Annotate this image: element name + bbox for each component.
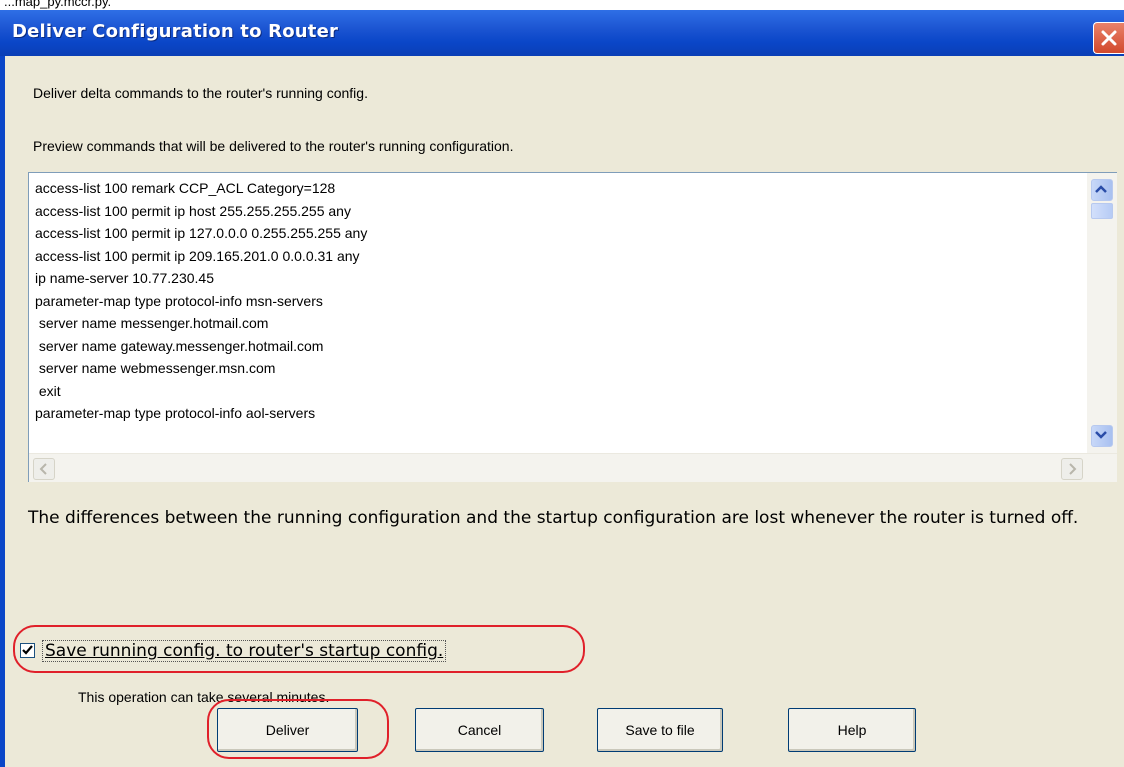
command-line: parameter-map type protocol-info msn-ser… xyxy=(35,292,323,309)
vertical-scrollbar[interactable] xyxy=(1087,173,1117,453)
chevron-up-icon xyxy=(1095,185,1107,193)
difference-note: The differences between the running conf… xyxy=(28,508,1079,528)
command-line: access-list 100 remark CCP_ACL Category=… xyxy=(35,180,336,196)
command-line: exit xyxy=(35,382,61,399)
deliver-button[interactable]: Deliver xyxy=(217,708,358,752)
chevron-right-icon xyxy=(1069,463,1077,475)
command-line: server name messenger.hotmail.com xyxy=(35,315,269,331)
horizontal-scrollbar[interactable] xyxy=(29,453,1117,482)
help-button[interactable]: Help xyxy=(788,708,916,752)
cancel-button[interactable]: Cancel xyxy=(415,708,544,752)
dialog-description: Deliver delta commands to the router's r… xyxy=(33,85,368,101)
chevron-down-icon xyxy=(1095,431,1107,439)
scroll-right-button[interactable] xyxy=(1061,458,1083,480)
chevron-left-icon xyxy=(39,463,47,475)
command-line: access-list 100 permit ip 209.165.201.0 … xyxy=(35,247,360,264)
close-icon xyxy=(1101,30,1117,46)
scroll-down-button[interactable] xyxy=(1091,425,1113,447)
close-button[interactable] xyxy=(1093,22,1124,54)
command-line: access-list 100 permit ip host 255.255.2… xyxy=(35,202,351,219)
vertical-scroll-thumb[interactable] xyxy=(1091,203,1113,219)
save-config-checkbox[interactable] xyxy=(20,643,35,658)
title-bar: Deliver Configuration to Router xyxy=(0,10,1124,56)
preview-label: Preview commands that will be delivered … xyxy=(33,138,514,154)
command-preview-box[interactable]: access-list 100 remark CCP_ACL Category=… xyxy=(28,172,1117,482)
dialog-title: Deliver Configuration to Router xyxy=(12,21,339,42)
command-line: server name gateway.messenger.hotmail.co… xyxy=(35,337,324,354)
save-config-label[interactable]: Save running config. to router's startup… xyxy=(42,640,447,662)
command-line: ip name-server 10.77.230.45 xyxy=(35,270,214,286)
command-line: access-list 100 permit ip 127.0.0.0 0.25… xyxy=(35,225,368,241)
command-list: access-list 100 remark CCP_ACL Category=… xyxy=(35,177,1075,453)
command-line: parameter-map type protocol-info aol-ser… xyxy=(35,405,316,421)
scroll-left-button[interactable] xyxy=(33,458,55,480)
save-to-file-button[interactable]: Save to file xyxy=(597,708,723,752)
command-line: server name webmessenger.msn.com xyxy=(35,360,276,376)
scroll-up-button[interactable] xyxy=(1091,179,1113,201)
operation-note: This operation can take several minutes. xyxy=(78,689,330,705)
window-left-border xyxy=(0,56,5,767)
checkmark-icon xyxy=(22,645,33,655)
